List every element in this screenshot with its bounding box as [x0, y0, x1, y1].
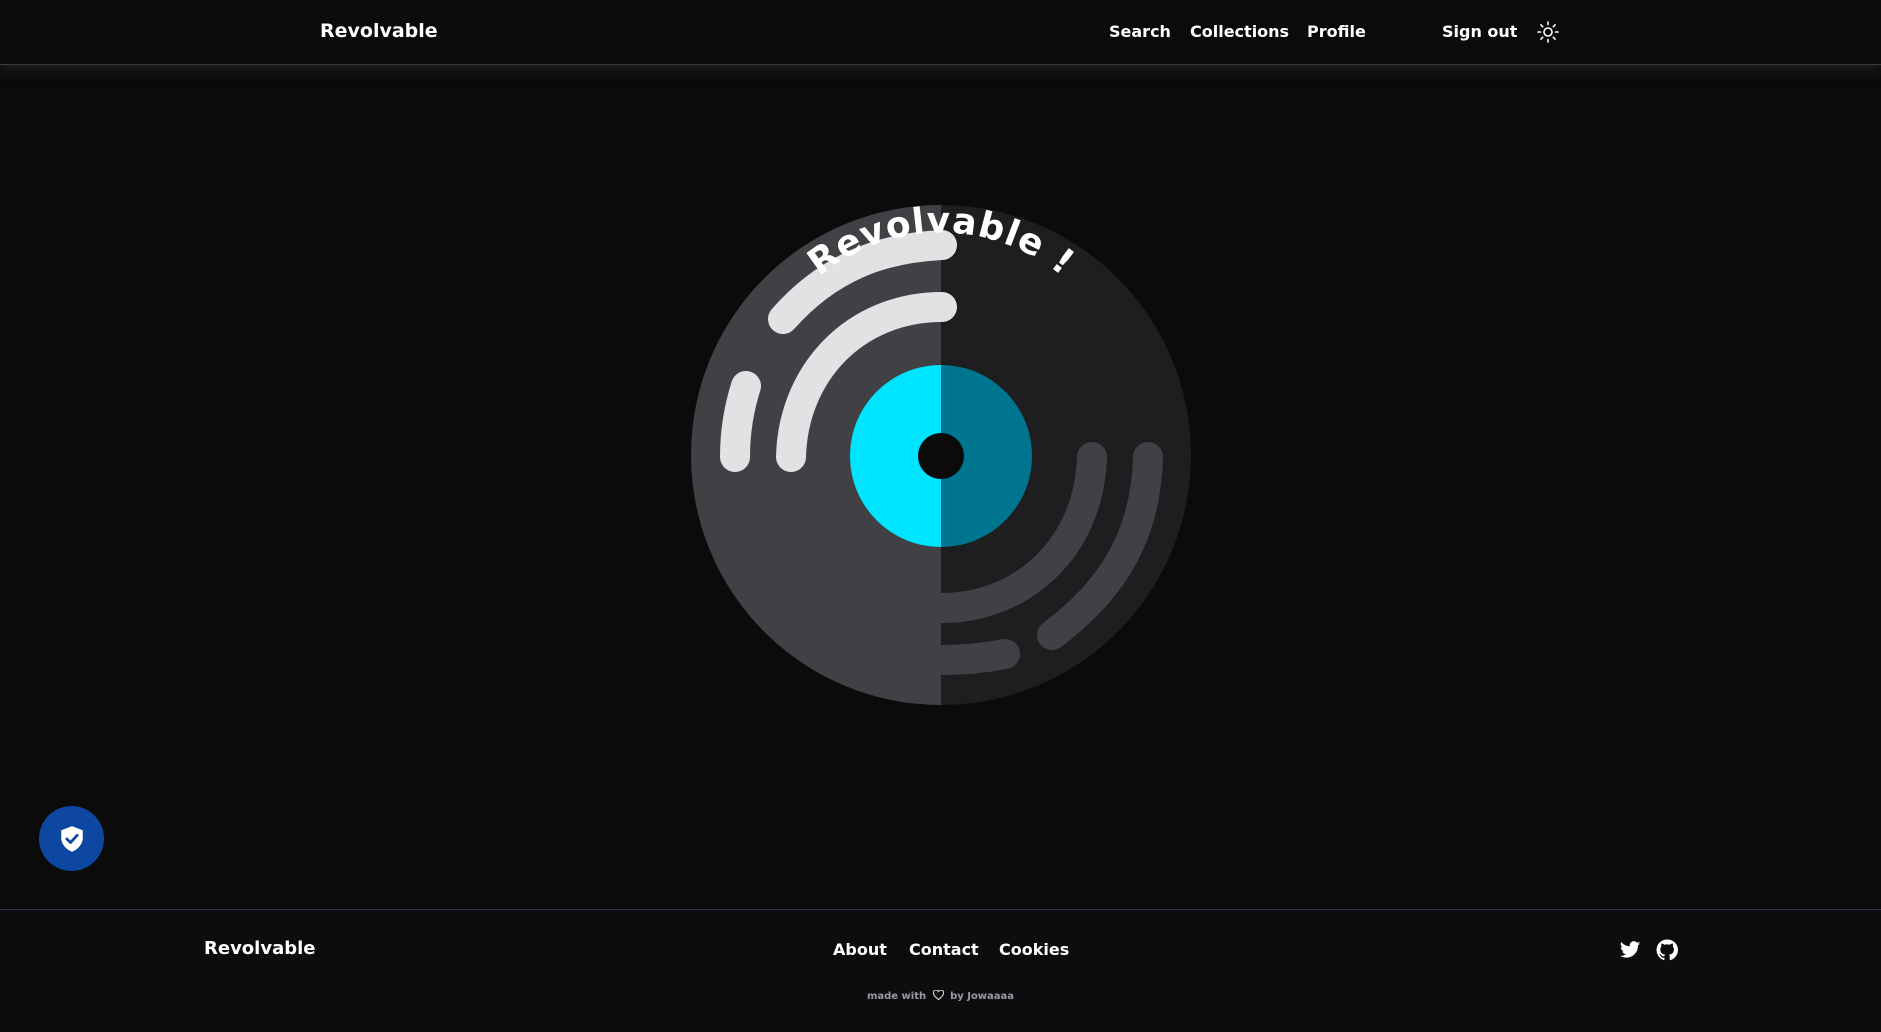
vinyl-record-illustration: Revolvable !	[691, 200, 1191, 705]
twitter-icon	[1619, 941, 1641, 958]
github-link[interactable]	[1656, 939, 1678, 961]
footer-contact-link[interactable]: Contact	[909, 940, 979, 959]
footer-cookies-link[interactable]: Cookies	[999, 940, 1069, 959]
nav-collections-link[interactable]: Collections	[1190, 22, 1289, 41]
theme-toggle-button[interactable]	[1536, 20, 1560, 44]
spindle-hole	[918, 433, 964, 479]
github-icon	[1656, 939, 1678, 961]
groove-dark-short	[927, 639, 1020, 675]
groove-light-short	[720, 371, 761, 472]
site-footer: Revolvable About Contact Cookies made wi…	[0, 909, 1881, 1032]
footer-brand-link[interactable]: Revolvable	[204, 938, 315, 959]
twitter-link[interactable]	[1619, 939, 1641, 961]
nav-search-link[interactable]: Search	[1109, 22, 1171, 41]
hero-vinyl-logo: Revolvable !	[680, 190, 1202, 712]
credit-suffix: by Jowaaaa	[950, 991, 1015, 1002]
footer-about-link[interactable]: About	[833, 940, 887, 959]
footer-credit: made with by Jowaaaa	[0, 989, 1881, 1003]
sun-icon	[1537, 21, 1559, 43]
nav-profile-link[interactable]: Profile	[1307, 22, 1366, 41]
heart-icon	[932, 989, 944, 1003]
sign-out-link[interactable]: Sign out	[1442, 22, 1517, 41]
shield-check-icon	[60, 825, 83, 852]
credit-prefix: made with	[866, 991, 927, 1002]
top-navbar: Revolvable Search Collections Profile Si…	[0, 0, 1881, 65]
privacy-settings-button[interactable]	[39, 806, 104, 871]
brand-logo-link[interactable]: Revolvable	[320, 20, 438, 42]
